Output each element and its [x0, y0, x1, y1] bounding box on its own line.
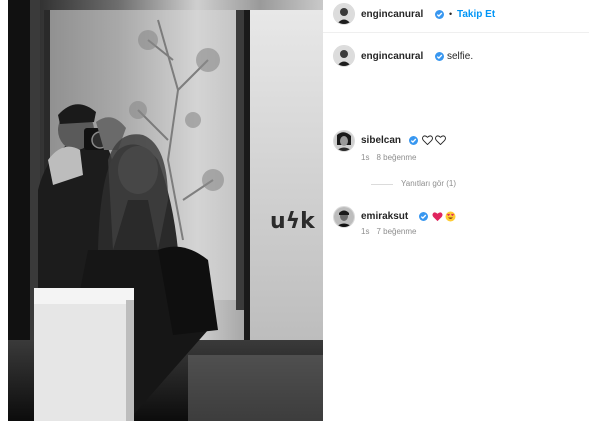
comment-avatar-emiraksut[interactable] — [333, 206, 355, 228]
author-username[interactable]: engincanural — [361, 9, 423, 20]
post-header: engincanural • Takip Et — [323, 0, 589, 33]
comment-avatar-sibelcan[interactable] — [333, 130, 355, 152]
replies-divider — [371, 184, 393, 185]
comment-likes[interactable]: 7 beğenme — [376, 227, 416, 236]
selfie-photo-illustration: uϟk — [8, 0, 323, 421]
white-heart-icon — [435, 135, 446, 145]
post-caption: selfie. — [447, 51, 474, 62]
post-photo[interactable]: uϟk — [8, 0, 323, 421]
comment-time: 1s — [361, 153, 370, 162]
red-heart-icon — [432, 211, 443, 222]
svg-text:uϟk: uϟk — [270, 209, 316, 234]
avatar-silhouette-icon — [334, 46, 354, 66]
verified-badge-icon — [435, 52, 444, 61]
avatar-portrait-icon — [334, 207, 354, 227]
view-replies-button[interactable]: Yanıtları gör (1) — [401, 179, 456, 188]
header-separator: • — [449, 9, 453, 19]
avatar-portrait-icon — [334, 131, 354, 151]
comment-username[interactable]: emiraksut — [361, 211, 408, 222]
verified-badge-icon — [435, 10, 444, 19]
avatar-silhouette-icon — [334, 4, 354, 24]
author-avatar[interactable] — [333, 3, 355, 25]
comment-time: 1s — [361, 227, 370, 236]
comment-meta: 1s 8 beğenme — [361, 153, 423, 162]
caption-author-username[interactable]: engincanural — [361, 51, 423, 62]
post-side-panel: engincanural • Takip Et engincanural sel… — [323, 0, 589, 421]
white-heart-icon — [422, 135, 433, 145]
left-margin — [0, 0, 8, 421]
heart-eyes-icon — [445, 211, 456, 222]
caption-author-avatar[interactable] — [333, 45, 355, 67]
comment-meta: 1s 7 beğenme — [361, 227, 423, 236]
follow-button[interactable]: Takip Et — [457, 9, 495, 20]
verified-badge-icon — [409, 136, 418, 145]
verified-badge-icon — [419, 212, 428, 221]
comment-likes[interactable]: 8 beğenme — [376, 153, 416, 162]
comment-username[interactable]: sibelcan — [361, 135, 401, 146]
